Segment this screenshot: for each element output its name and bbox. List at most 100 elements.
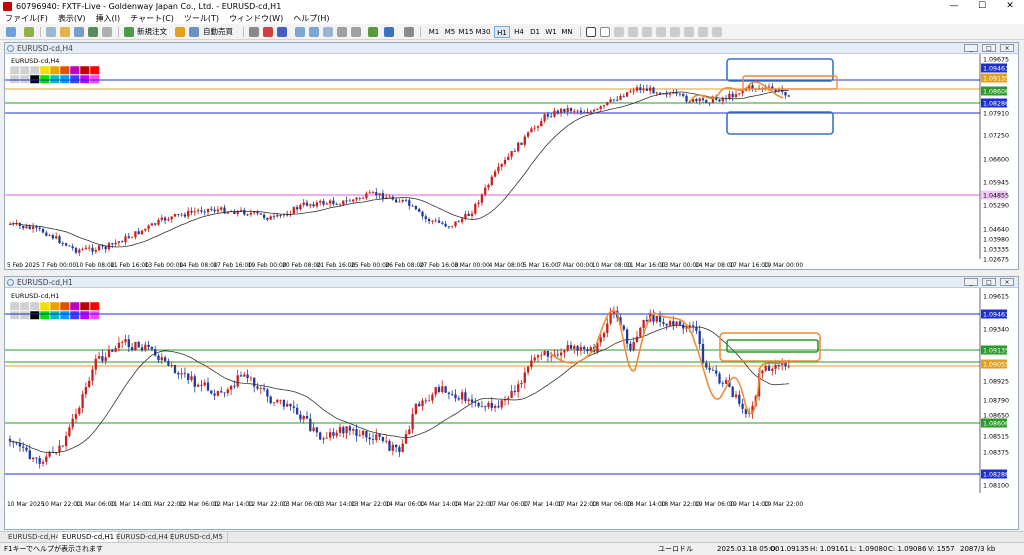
menu-chart[interactable]: チャート(C)	[125, 13, 179, 24]
profiles-icon[interactable]	[24, 27, 34, 37]
text-icon[interactable]	[684, 27, 694, 37]
candle-body	[137, 231, 140, 235]
candle-body	[480, 406, 484, 408]
new-order-icon[interactable]	[124, 27, 134, 37]
candle-body	[530, 128, 533, 133]
menu-tools[interactable]: ツール(T)	[179, 13, 224, 24]
chart-close-button[interactable]: ×	[1000, 44, 1014, 52]
bar-chart-icon[interactable]	[249, 27, 259, 37]
timeframe-m1[interactable]: M1	[426, 26, 442, 38]
candle-body	[223, 392, 226, 394]
horizontal-line-icon[interactable]	[628, 27, 638, 37]
candle-body	[474, 402, 477, 403]
auto-trade-button[interactable]: 自動売買	[203, 26, 233, 37]
candlestick-icon[interactable]	[263, 27, 273, 37]
time-tick-label: 19 Feb 00:00	[248, 263, 287, 269]
time-tick-label: 19 Mar 00:00	[764, 263, 804, 269]
candle-body	[157, 355, 160, 361]
candle-body	[157, 219, 160, 225]
candle-body	[655, 92, 658, 94]
candle-body	[658, 92, 662, 94]
menu-view[interactable]: 表示(V)	[53, 13, 91, 24]
chart-window-h1[interactable]: EURUSD-cd,H1 _ □ × EURUSD-cd,H1 1.09615 1.…	[4, 276, 1019, 530]
palette-swatch	[99, 65, 110, 75]
candle-body	[48, 452, 51, 457]
channel-icon[interactable]	[656, 27, 666, 37]
templates-icon[interactable]	[404, 27, 414, 37]
candle-body	[751, 85, 754, 89]
candle-body	[183, 373, 187, 375]
candle-body	[517, 384, 520, 393]
tester-icon[interactable]	[102, 27, 112, 37]
chart-maximize-button[interactable]: □	[982, 278, 996, 286]
arrows-icon[interactable]	[712, 27, 722, 37]
timeframe-m30[interactable]: M30	[475, 26, 491, 38]
cursor-icon[interactable]	[586, 27, 596, 37]
candle-body	[507, 397, 510, 400]
time-tick-label: 25 Feb 00:00	[351, 263, 390, 269]
chart-minimize-button[interactable]: _	[964, 278, 978, 286]
candle-body	[685, 95, 688, 102]
new-chart-icon[interactable]	[6, 27, 16, 37]
candle-body	[457, 221, 460, 223]
candle-body	[259, 388, 262, 390]
menu-file[interactable]: ファイル(F)	[0, 13, 53, 24]
candle-body	[160, 357, 163, 361]
fibonacci-icon[interactable]	[670, 27, 680, 37]
timeframe-h1[interactable]: H1	[494, 26, 510, 38]
new-order-button[interactable]: 新規注文	[137, 26, 167, 37]
vertical-line-icon[interactable]	[614, 27, 624, 37]
line-chart-icon[interactable]	[277, 27, 287, 37]
maximize-button[interactable]: ☐	[968, 0, 996, 12]
price-tick-label: 1.08650	[983, 413, 1009, 420]
timeframe-d1[interactable]: D1	[527, 26, 543, 38]
timeframe-mn[interactable]: MN	[559, 26, 575, 38]
candle-body	[576, 346, 579, 351]
candle-body	[715, 370, 718, 374]
menu-help[interactable]: ヘルプ(H)	[288, 13, 334, 24]
chart-window-h4[interactable]: EURUSD-cd,H4 _ □ × EURUSD-cd,H4 1.09675 1.…	[4, 42, 1019, 270]
candle-body	[107, 349, 111, 358]
time-tick-label: 5 Mar 16:00	[523, 263, 559, 269]
candle-body	[493, 171, 497, 177]
candle-body	[467, 399, 470, 401]
candle-body	[81, 394, 84, 408]
menu-insert[interactable]: 挿入(I)	[91, 13, 126, 24]
status-help: F1キーでヘルプが表示されます	[4, 545, 104, 553]
h4-price-chart[interactable]: EURUSD-cd,H4 1.09675 1.09463 1.09135 1.08606…	[5, 54, 1018, 269]
meta-editor-icon[interactable]	[175, 27, 185, 37]
timeframe-w1[interactable]: W1	[543, 26, 559, 38]
zoom-in-icon[interactable]	[295, 27, 305, 37]
label-icon[interactable]	[698, 27, 708, 37]
chart-minimize-button[interactable]: _	[964, 44, 978, 52]
chart-close-button[interactable]: ×	[1000, 278, 1014, 286]
trendline-icon[interactable]	[642, 27, 652, 37]
crosshair-icon[interactable]	[600, 27, 610, 37]
candle-body	[652, 87, 655, 94]
auto-trade-icon[interactable]	[189, 27, 199, 37]
chart-shift-icon[interactable]	[337, 27, 347, 37]
timeframe-m5[interactable]: M5	[442, 26, 458, 38]
menu-window[interactable]: ウィンドウ(W)	[224, 13, 288, 24]
candle-body	[635, 336, 639, 343]
market-watch-icon[interactable]	[46, 27, 56, 37]
timeframe-m15[interactable]: M15	[458, 26, 474, 38]
status-profile[interactable]: ユーロドル	[658, 544, 693, 555]
candle-body	[170, 216, 173, 220]
periods-icon[interactable]	[384, 27, 394, 37]
palette-swatch	[59, 65, 70, 75]
autoscroll-icon[interactable]	[351, 27, 361, 37]
chart-maximize-button[interactable]: □	[982, 44, 996, 52]
h1-price-chart[interactable]: EURUSD-cd,H1 1.09615 1.09463 1.09340 1.09135…	[5, 288, 1018, 529]
navigator-icon[interactable]	[74, 27, 84, 37]
tile-windows-icon[interactable]	[323, 27, 333, 37]
terminal-icon[interactable]	[88, 27, 98, 37]
minimize-button[interactable]: —	[940, 0, 968, 12]
zoom-out-icon[interactable]	[309, 27, 319, 37]
candle-body	[97, 356, 101, 359]
indicators-icon[interactable]	[368, 27, 378, 37]
data-window-icon[interactable]	[60, 27, 70, 37]
candle-body	[507, 156, 510, 160]
timeframe-h4[interactable]: H4	[511, 26, 527, 38]
close-button[interactable]: ✕	[996, 0, 1024, 12]
